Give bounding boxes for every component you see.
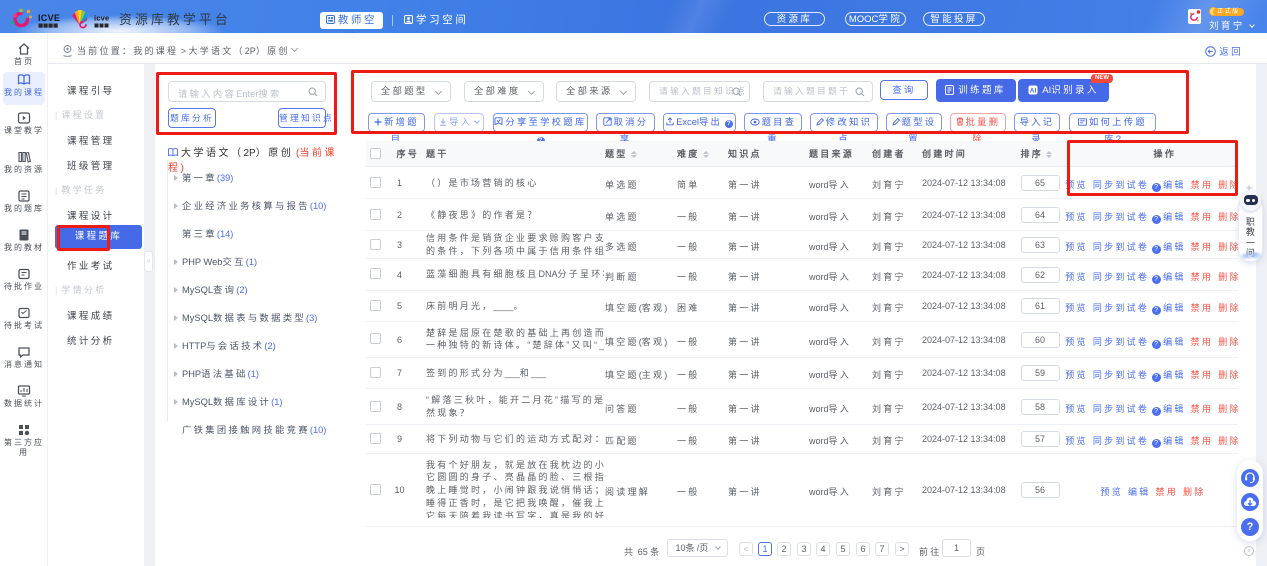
svg-text:icve: icve — [94, 14, 109, 23]
svg-text:ICVE: ICVE — [38, 13, 60, 23]
